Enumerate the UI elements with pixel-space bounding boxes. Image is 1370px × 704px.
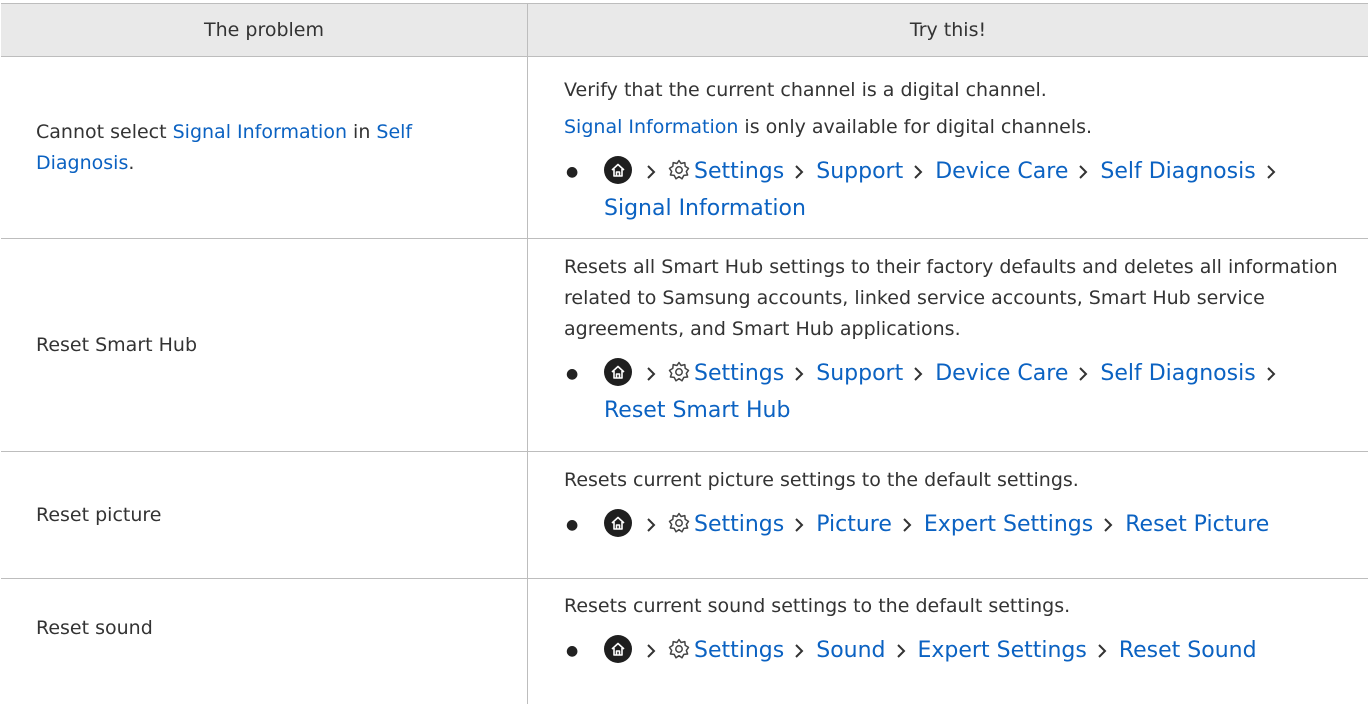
header-try-this: Try this! <box>909 19 987 41</box>
bullet-icon: ● <box>566 366 579 382</box>
chevron-right-icon <box>646 157 656 191</box>
chevron-right-icon <box>646 636 656 670</box>
chevron-right-icon <box>913 157 923 191</box>
path-settings[interactable]: Settings <box>694 361 784 386</box>
home-icon[interactable] <box>604 635 632 663</box>
troubleshooting-table: The problem Try this! Cannot select Sign… <box>1 3 1368 704</box>
problem-cell: Reset picture <box>1 452 528 578</box>
chevron-right-icon <box>794 636 804 670</box>
path-sound[interactable]: Sound <box>816 638 885 663</box>
path-settings[interactable]: Settings <box>694 159 784 184</box>
menu-path: ● Settings Support Device Care Self Diagnos… <box>564 155 1338 226</box>
chevron-right-icon <box>794 157 804 191</box>
problem-cell: Cannot select Signal Information in Self… <box>1 57 528 238</box>
signal-information-link[interactable]: Signal Information <box>173 121 347 143</box>
problem-text: Reset sound <box>36 617 153 639</box>
bullet-icon: ● <box>566 517 579 533</box>
menu-path: ● Settings Support Device Care Self Diagnos… <box>564 357 1338 428</box>
path-support[interactable]: Support <box>816 159 903 184</box>
bullet-icon: ● <box>566 164 579 180</box>
path-reset-smart-hub[interactable]: Reset Smart Hub <box>604 398 790 423</box>
path-picture[interactable]: Picture <box>816 512 892 537</box>
path-self-diagnosis[interactable]: Self Diagnosis <box>1100 361 1255 386</box>
chevron-right-icon <box>1266 157 1276 191</box>
gear-icon <box>668 360 690 394</box>
chevron-right-icon <box>1103 510 1113 544</box>
solution-text: Resets current picture settings to the d… <box>564 469 1079 491</box>
solution-cell: Resets all Smart Hub settings to their f… <box>528 239 1368 451</box>
chevron-right-icon <box>896 636 906 670</box>
home-icon[interactable] <box>604 156 632 184</box>
problem-cell: Reset sound <box>1 579 528 704</box>
gear-icon <box>668 511 690 545</box>
chevron-right-icon <box>1078 359 1088 393</box>
solution-note: Signal Information is only available for… <box>564 116 1093 138</box>
header-problem: The problem <box>1 4 528 56</box>
chevron-right-icon <box>913 359 923 393</box>
chevron-right-icon <box>1266 359 1276 393</box>
path-reset-sound[interactable]: Reset Sound <box>1119 638 1257 663</box>
path-settings[interactable]: Settings <box>694 512 784 537</box>
problem-text: Reset picture <box>36 503 162 526</box>
solution-cell: Resets current picture settings to the d… <box>528 452 1368 578</box>
chevron-right-icon <box>1078 157 1088 191</box>
gear-icon <box>668 158 690 192</box>
chevron-right-icon <box>646 359 656 393</box>
path-support[interactable]: Support <box>816 361 903 386</box>
path-settings[interactable]: Settings <box>694 638 784 663</box>
table-row: Reset picture Resets current picture set… <box>1 452 1368 579</box>
menu-path: ● Settings Picture Expert Settings Reset Pi… <box>564 508 1338 545</box>
bullet-icon: ● <box>566 643 579 659</box>
signal-information-link[interactable]: Signal Information <box>564 116 738 138</box>
table-row: Reset Smart Hub Resets all Smart Hub set… <box>1 239 1368 452</box>
chevron-right-icon <box>646 510 656 544</box>
home-icon[interactable] <box>604 509 632 537</box>
problem-text: Reset Smart Hub <box>36 333 198 356</box>
chevron-right-icon <box>1097 636 1107 670</box>
path-self-diagnosis[interactable]: Self Diagnosis <box>1100 159 1255 184</box>
path-reset-picture[interactable]: Reset Picture <box>1125 512 1269 537</box>
chevron-right-icon <box>794 510 804 544</box>
solution-text: Verify that the current channel is a dig… <box>564 79 1047 101</box>
path-device-care[interactable]: Device Care <box>935 361 1068 386</box>
solution-cell: Verify that the current channel is a dig… <box>528 57 1368 238</box>
gear-icon <box>668 637 690 671</box>
chevron-right-icon <box>794 359 804 393</box>
home-icon[interactable] <box>604 358 632 386</box>
table-row: Cannot select Signal Information in Self… <box>1 57 1368 239</box>
solution-text: Resets all Smart Hub settings to their f… <box>564 256 1338 340</box>
table-header: The problem Try this! <box>1 3 1368 57</box>
path-expert-settings[interactable]: Expert Settings <box>924 512 1093 537</box>
problem-cell: Reset Smart Hub <box>1 239 528 451</box>
solution-text: Resets current sound settings to the def… <box>564 595 1071 617</box>
table-row: Reset sound Resets current sound setting… <box>1 579 1368 704</box>
chevron-right-icon <box>902 510 912 544</box>
path-expert-settings[interactable]: Expert Settings <box>918 638 1087 663</box>
solution-cell: Resets current sound settings to the def… <box>528 579 1368 704</box>
problem-text: Cannot select <box>36 120 173 143</box>
menu-path: ● Settings Sound Expert Settings Reset Soun… <box>564 634 1338 671</box>
path-device-care[interactable]: Device Care <box>935 159 1068 184</box>
path-signal-information[interactable]: Signal Information <box>604 196 806 221</box>
